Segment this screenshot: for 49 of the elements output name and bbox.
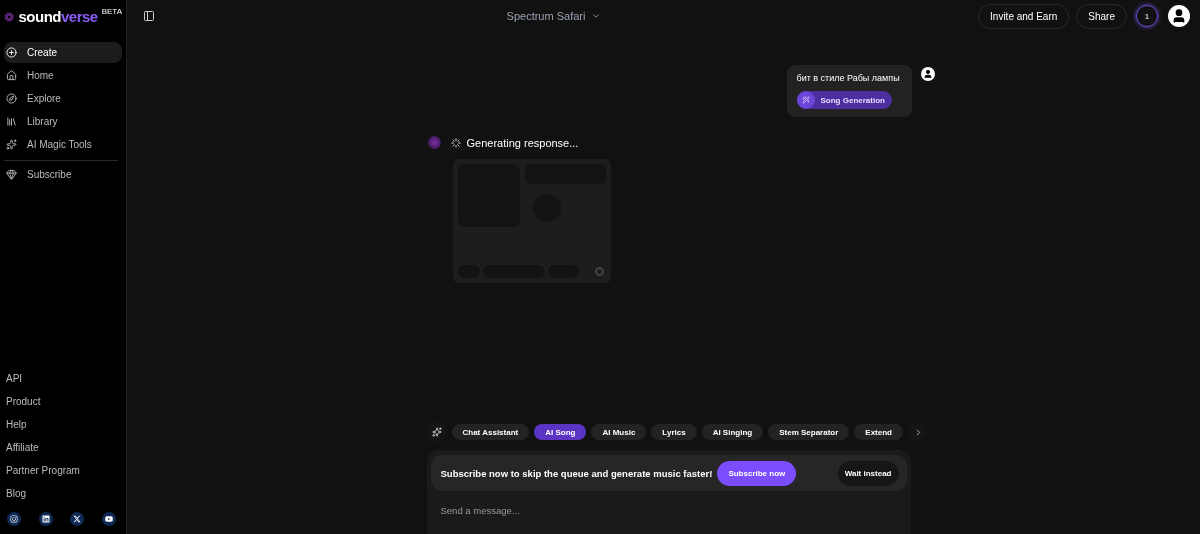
sidebar-item[interactable]: AI Magic Tools [4, 134, 122, 155]
sidebar-item[interactable]: Home [4, 65, 122, 86]
song-generation-tag: Song Generation [796, 91, 892, 109]
mode-chip[interactable]: AI Singing [701, 424, 764, 440]
sidebar-item[interactable]: Explore [4, 88, 122, 109]
header-button[interactable]: Share [1076, 3, 1127, 29]
chevron-down-icon[interactable] [591, 11, 602, 21]
status-text: Generating response... [466, 136, 579, 149]
sidebar-toggle-icon[interactable] [141, 8, 157, 24]
mode-chip[interactable]: Chat Assistant [451, 424, 530, 440]
assistant-avatar [427, 136, 441, 149]
subscribe-button[interactable]: Subscribe now [717, 460, 797, 486]
nav-icon [6, 139, 17, 150]
message-text: бит в стиле Рабы лампы [796, 73, 901, 83]
banner-text: Subscribe now to skip the queue and generate music faster! [440, 467, 713, 479]
mode-chip[interactable]: AI Song [534, 424, 587, 440]
nav-icon [6, 93, 17, 104]
user-avatar[interactable] [1168, 5, 1190, 27]
mode-chip[interactable]: Extend [854, 424, 903, 440]
logo-text: soundverse [18, 7, 98, 27]
nav-icon [6, 47, 17, 58]
mode-chip[interactable]: AI Music [591, 424, 647, 440]
linkedin-icon[interactable] [38, 512, 53, 526]
footer-link[interactable]: Affiliate [4, 441, 122, 464]
mode-chip[interactable]: Lyrics [651, 424, 697, 440]
sparkles-icon[interactable] [426, 422, 447, 442]
mode-chip[interactable]: Stem Separator [768, 424, 850, 440]
message-input[interactable]: Send a message... [438, 504, 739, 517]
spinner-icon [450, 137, 461, 148]
youtube-icon[interactable] [101, 512, 116, 526]
instagram-icon[interactable] [7, 512, 21, 526]
sidebar-item[interactable]: Subscribe [4, 164, 122, 185]
header-button[interactable]: Invite and Earn [978, 3, 1070, 29]
nav-icon [6, 70, 17, 81]
beta-label: BETA [101, 8, 122, 16]
sidebar-item[interactable]: Create [4, 42, 122, 63]
wand-icon [796, 91, 815, 109]
nav-icon [6, 116, 17, 127]
x-icon[interactable] [70, 512, 85, 526]
wait-button[interactable]: Wait instead [837, 460, 899, 486]
sidebar-item[interactable]: Library [4, 111, 122, 132]
footer-link[interactable]: API [4, 372, 122, 395]
chat-title[interactable]: Spectrum Safari [506, 10, 586, 22]
footer-link[interactable]: Help [4, 418, 122, 441]
user-avatar [920, 67, 935, 81]
footer-link[interactable]: Partner Program [4, 464, 122, 487]
footer-link[interactable]: Blog [4, 487, 122, 510]
gem-icon [6, 169, 17, 180]
footer-link[interactable]: Product [4, 395, 122, 418]
